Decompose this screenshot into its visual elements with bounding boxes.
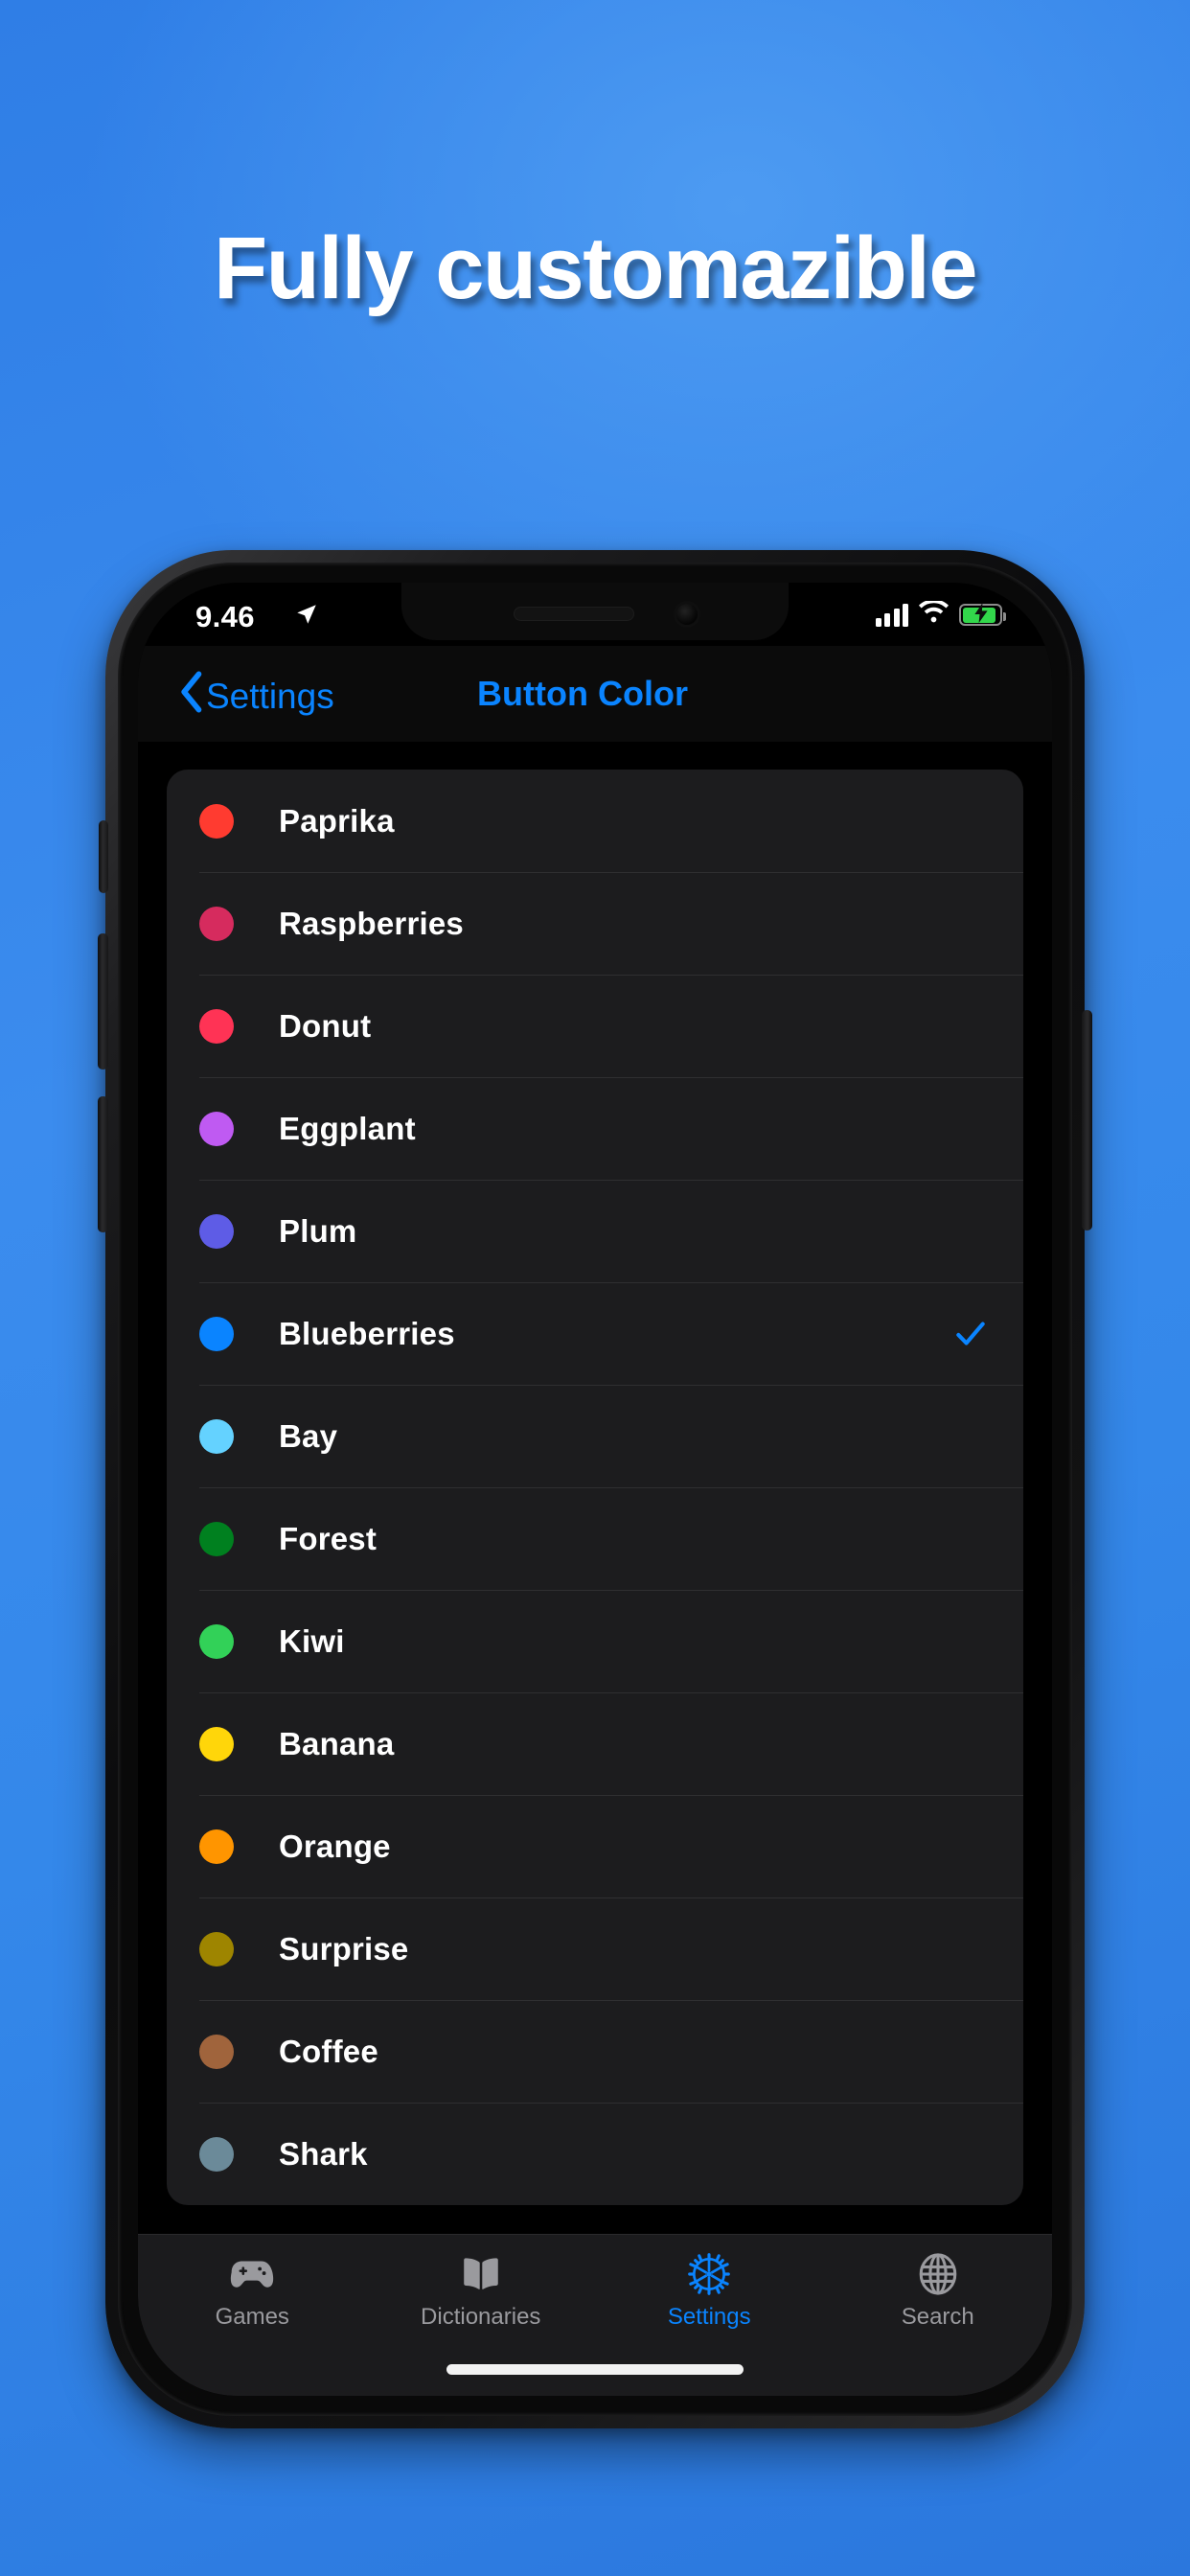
- color-row[interactable]: Surprise: [167, 1898, 1023, 2000]
- color-row[interactable]: Coffee: [167, 2000, 1023, 2103]
- checkmark-icon: [952, 1316, 989, 1352]
- tab-label: Games: [215, 2304, 289, 2330]
- color-row[interactable]: Kiwi: [167, 1590, 1023, 1692]
- navigation-bar: Settings Button Color: [138, 646, 1052, 742]
- color-row[interactable]: Eggplant: [167, 1077, 1023, 1180]
- color-row-label: Surprise: [279, 1930, 409, 1966]
- color-swatch-icon: [199, 1521, 234, 1556]
- color-row-label: Forest: [279, 1520, 378, 1556]
- volume-down-button[interactable]: [98, 1096, 108, 1232]
- notch: [401, 583, 789, 640]
- color-swatch-icon: [199, 906, 234, 941]
- tab-label: Search: [901, 2304, 974, 2330]
- tab-label: Dictionaries: [421, 2304, 541, 2330]
- home-indicator[interactable]: [446, 2364, 744, 2375]
- power-button[interactable]: [1082, 1010, 1092, 1230]
- color-row-label: Coffee: [279, 2033, 378, 2069]
- promo-headline: Fully customazible: [213, 219, 978, 317]
- battery-charging-icon: [959, 602, 1006, 626]
- back-button[interactable]: Settings: [178, 671, 334, 722]
- color-row[interactable]: Plum: [167, 1180, 1023, 1282]
- color-swatch-icon: [199, 1213, 234, 1249]
- color-row[interactable]: Shark: [167, 2103, 1023, 2205]
- color-row-label: Banana: [279, 1725, 395, 1761]
- color-row[interactable]: Paprika: [167, 770, 1023, 872]
- phone-screen: 9.46 Settings Button Color Paprika Raspb…: [138, 583, 1052, 2396]
- color-row-label: Eggplant: [279, 1110, 416, 1146]
- mute-switch[interactable]: [99, 820, 108, 893]
- content-area: Paprika Raspberries Donut Eggplant Plum Blueb…: [138, 742, 1052, 2396]
- color-swatch-icon: [199, 2034, 234, 2069]
- color-row[interactable]: Donut: [167, 975, 1023, 1077]
- gear-icon: [687, 2252, 731, 2296]
- color-row[interactable]: Banana: [167, 1692, 1023, 1795]
- color-swatch-icon: [199, 1726, 234, 1761]
- volume-up-button[interactable]: [98, 933, 108, 1070]
- front-camera-icon: [676, 604, 698, 625]
- tab-item-games[interactable]: Games: [138, 2235, 367, 2396]
- wifi-icon: [919, 599, 949, 629]
- gamepad-icon: [230, 2252, 274, 2296]
- phone-mockup: 9.46 Settings Button Color Paprika Raspb…: [98, 550, 1092, 2428]
- color-row-label: Shark: [279, 2135, 368, 2172]
- color-row-label: Donut: [279, 1007, 372, 1044]
- color-swatch-icon: [199, 1316, 234, 1351]
- location-arrow-icon: [294, 602, 319, 632]
- color-row-label: Kiwi: [279, 1622, 345, 1659]
- color-swatch-icon: [199, 803, 234, 839]
- color-row[interactable]: Blueberries: [167, 1282, 1023, 1385]
- color-row[interactable]: Forest: [167, 1487, 1023, 1590]
- color-swatch-icon: [199, 1828, 234, 1864]
- color-row-label: Plum: [279, 1212, 357, 1249]
- book-icon: [461, 2252, 501, 2296]
- color-row-label: Blueberries: [279, 1315, 455, 1351]
- color-swatch-icon: [199, 1111, 234, 1146]
- tab-item-search[interactable]: Search: [824, 2235, 1053, 2396]
- cellular-signal-icon: [875, 603, 908, 627]
- color-swatch-icon: [199, 1623, 234, 1659]
- status-bar-indicators: [875, 599, 1006, 629]
- earpiece-speaker-icon: [514, 607, 634, 621]
- back-button-label: Settings: [206, 676, 334, 716]
- color-row[interactable]: Raspberries: [167, 872, 1023, 975]
- color-row-label: Orange: [279, 1828, 391, 1864]
- color-row-label: Raspberries: [279, 905, 464, 941]
- globe-icon: [918, 2252, 958, 2296]
- color-list: Paprika Raspberries Donut Eggplant Plum Blueb…: [167, 770, 1023, 2205]
- color-row-label: Paprika: [279, 802, 395, 839]
- color-row[interactable]: Bay: [167, 1385, 1023, 1487]
- color-swatch-icon: [199, 2136, 234, 2172]
- status-bar-time: 9.46: [195, 600, 255, 633]
- color-swatch-icon: [199, 1008, 234, 1044]
- color-row[interactable]: Orange: [167, 1795, 1023, 1898]
- page-title: Button Color: [477, 674, 688, 713]
- color-swatch-icon: [199, 1418, 234, 1454]
- chevron-left-icon: [178, 671, 203, 722]
- color-swatch-icon: [199, 1931, 234, 1966]
- tab-label: Settings: [667, 2304, 751, 2330]
- color-row-label: Bay: [279, 1417, 338, 1454]
